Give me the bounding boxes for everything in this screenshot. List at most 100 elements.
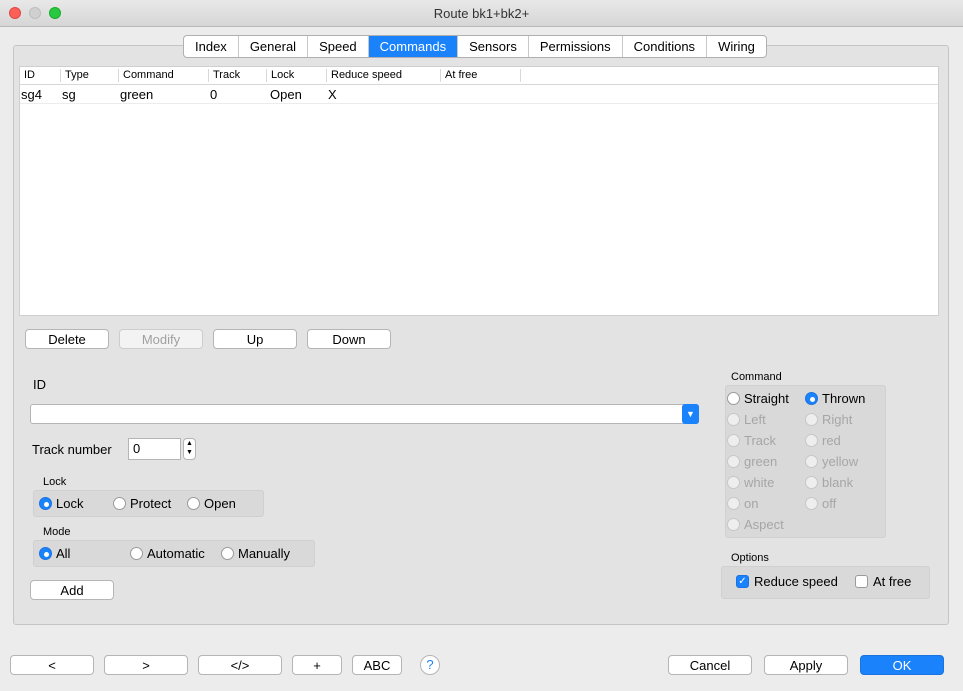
command-radio-right[interactable]: Right [805, 412, 852, 427]
title-bar[interactable]: Route bk1+bk2+ [0, 0, 963, 27]
lock-radio-open[interactable]: Open [187, 496, 236, 511]
mode-radio-manually[interactable]: Manually [221, 546, 290, 561]
table-row[interactable]: sg4 sg green 0 Open X [20, 85, 938, 104]
table-header: ID Type Command Track Lock Reduce speed … [20, 67, 938, 85]
command-option-label: on [744, 496, 759, 511]
at-free-label: At free [873, 574, 912, 589]
column-header-command[interactable]: Command [119, 69, 209, 82]
lock-group-label: Lock [43, 476, 67, 488]
radio-icon [805, 476, 818, 489]
tab-conditions[interactable]: Conditions [623, 36, 708, 57]
next-button[interactable]: > [104, 655, 188, 675]
tab-permissions[interactable]: Permissions [529, 36, 623, 57]
lock-option-lock-label: Lock [56, 496, 84, 511]
mode-option-automatic-label: Automatic [147, 546, 205, 561]
command-option-label: Right [822, 412, 853, 427]
modify-button[interactable]: Modify [119, 329, 203, 349]
tab-bar: Index General Speed Commands Sensors Per… [183, 35, 767, 58]
cell-type: sg [62, 87, 76, 102]
lock-radio-protect[interactable]: Protect [113, 496, 171, 511]
mode-option-manually-label: Manually [238, 546, 291, 561]
command-option-label: Track [744, 433, 777, 448]
command-option-label: white [744, 475, 775, 490]
tab-general[interactable]: General [239, 36, 309, 57]
cell-track: 0 [210, 87, 218, 102]
command-radio-left[interactable]: Left [727, 412, 766, 427]
radio-icon [805, 434, 818, 447]
tab-speed[interactable]: Speed [308, 36, 369, 57]
help-icon[interactable]: ? [420, 655, 440, 675]
tab-sensors[interactable]: Sensors [458, 36, 529, 57]
delete-button[interactable]: Delete [25, 329, 109, 349]
mode-radio-all[interactable]: All [39, 546, 70, 561]
radio-icon [130, 547, 143, 560]
command-option-label: Thrown [822, 391, 866, 406]
radio-icon [221, 547, 234, 560]
command-radio-track[interactable]: Track [727, 433, 776, 448]
radio-icon [187, 497, 200, 510]
stepper-down-icon[interactable]: ▼ [184, 448, 195, 457]
checkmark-icon: ✓ [736, 575, 749, 588]
radio-icon [727, 413, 740, 426]
cell-lock: Open [270, 87, 302, 102]
column-header-track[interactable]: Track [209, 69, 267, 82]
column-header-at-free[interactable]: At free [441, 69, 521, 82]
down-button[interactable]: Down [307, 329, 391, 349]
column-header-lock[interactable]: Lock [267, 69, 327, 82]
commands-table[interactable]: ID Type Command Track Lock Reduce speed … [19, 66, 939, 316]
lock-radio-lock[interactable]: Lock [39, 496, 83, 511]
command-radio-straight[interactable]: Straight [727, 391, 789, 406]
track-number-stepper[interactable]: ▲ ▼ [183, 438, 196, 460]
command-option-label: Aspect [744, 517, 784, 532]
command-option-label: Straight [744, 391, 789, 406]
ok-button[interactable]: OK [860, 655, 944, 675]
command-radio-yellow[interactable]: yellow [805, 454, 858, 469]
command-radio-red[interactable]: red [805, 433, 841, 448]
reduce-speed-label: Reduce speed [754, 574, 838, 589]
radio-selected-icon [39, 547, 52, 560]
radio-icon [727, 476, 740, 489]
command-radio-blank[interactable]: blank [805, 475, 853, 490]
command-radio-on[interactable]: on [727, 496, 758, 511]
column-header-reduce-speed[interactable]: Reduce speed [327, 69, 441, 82]
id-label: ID [33, 377, 46, 392]
mode-radio-automatic[interactable]: Automatic [130, 546, 205, 561]
tab-commands[interactable]: Commands [368, 36, 459, 57]
cancel-button[interactable]: Cancel [668, 655, 752, 675]
abc-button[interactable]: ABC [352, 655, 402, 675]
chevron-down-icon[interactable]: ▼ [682, 404, 699, 424]
tab-index[interactable]: Index [184, 36, 239, 57]
lock-option-protect-label: Protect [130, 496, 172, 511]
id-combobox[interactable]: ▼ [30, 404, 699, 424]
xml-button[interactable]: </> [198, 655, 282, 675]
radio-icon [727, 392, 740, 405]
options-group-label: Options [731, 552, 769, 564]
stepper-up-icon[interactable]: ▲ [184, 439, 195, 448]
column-header-id[interactable]: ID [20, 69, 61, 82]
previous-button[interactable]: < [10, 655, 94, 675]
radio-selected-icon [805, 392, 818, 405]
command-radio-off[interactable]: off [805, 496, 836, 511]
add-button[interactable]: Add [30, 580, 114, 600]
radio-icon [805, 455, 818, 468]
radio-icon [727, 518, 740, 531]
mode-group-label: Mode [43, 526, 71, 538]
at-free-checkbox[interactable]: At free [855, 574, 911, 589]
command-radio-white[interactable]: white [727, 475, 774, 490]
command-radio-aspect[interactable]: Aspect [727, 517, 784, 532]
add-new-button[interactable]: + [292, 655, 342, 675]
apply-button[interactable]: Apply [764, 655, 848, 675]
track-number-label: Track number [32, 442, 112, 457]
cell-id: sg4 [21, 87, 42, 102]
route-dialog-window: Route bk1+bk2+ Index General Speed Comma… [0, 0, 963, 691]
track-number-input[interactable]: 0 [128, 438, 181, 460]
up-button[interactable]: Up [213, 329, 297, 349]
radio-icon [113, 497, 126, 510]
reduce-speed-checkbox[interactable]: ✓ Reduce speed [736, 574, 838, 589]
column-header-type[interactable]: Type [61, 69, 119, 82]
command-radio-thrown[interactable]: Thrown [805, 391, 865, 406]
tab-wiring[interactable]: Wiring [707, 36, 766, 57]
radio-icon [727, 455, 740, 468]
command-radio-green[interactable]: green [727, 454, 777, 469]
command-group-label: Command [731, 371, 782, 383]
